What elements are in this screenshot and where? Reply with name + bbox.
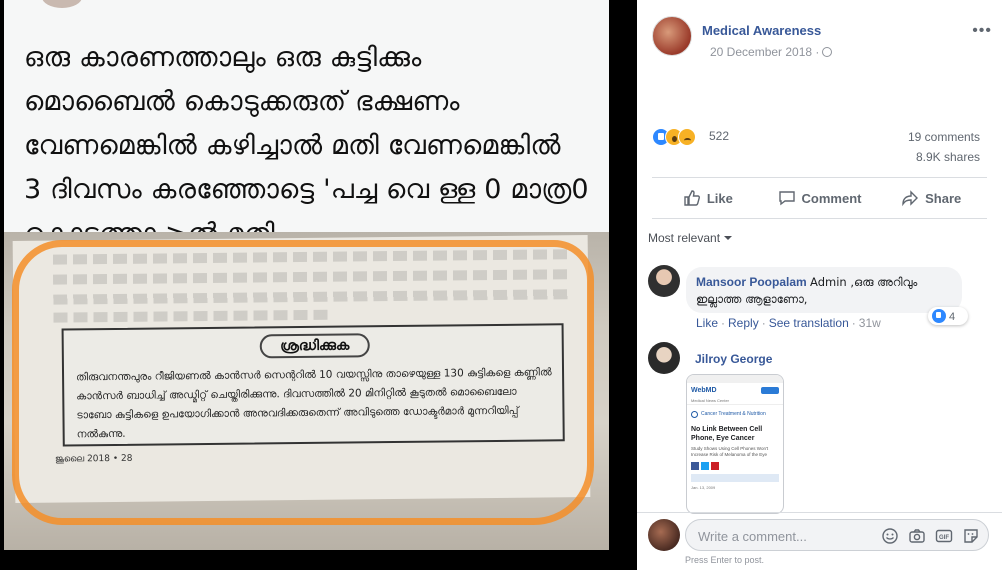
post-date[interactable]: 20 December 2018 · [710, 45, 833, 59]
phone-status-bar [687, 375, 783, 383]
caption-line: മൊബൈൽ കൊടുക്കരുത് ഭക്ഷണം [24, 86, 460, 117]
emoji-icon[interactable] [881, 527, 899, 545]
photo-viewer: ഒരു കാരണത്താലും ഒരു കുട്ടിക്കും മൊബൈൽ കൊ… [0, 0, 637, 570]
caption-line: വേണമെങ്കിൽ കഴിച്ചാൽ മതി വേണമെങ്കിൽ [24, 130, 561, 161]
more-options-icon[interactable]: ••• [972, 22, 992, 40]
post-header: Medical Awareness 20 December 2018 · ••• [652, 16, 992, 66]
category-icon [691, 410, 698, 418]
pinterest-icon [711, 462, 719, 470]
attachment-headline: No Link Between Cell Phone, Eye Cancer [691, 426, 763, 442]
post-side-panel: Medical Awareness 20 December 2018 · •••… [637, 0, 1002, 570]
separator-dot: · [761, 316, 766, 330]
comment-button-label: Comment [801, 190, 862, 206]
svg-text:GIF: GIF [939, 535, 949, 541]
comment-sort-label: Most relevant [648, 231, 721, 245]
post-viewer: ഒരു കാരണത്താലും ഒരു കുട്ടിക്കും മൊബൈൽ കൊ… [0, 0, 1002, 570]
caret-down-icon [724, 236, 733, 240]
attachment-banner [691, 474, 779, 482]
post-photo[interactable]: ഒരു കാരണത്താലും ഒരു കുട്ടിക്കും മൊബൈൽ കൊ… [4, 0, 609, 550]
separator-dot: · [851, 316, 856, 330]
composer-icons: GIF [881, 527, 980, 545]
comment-bubble: Mansoor Poopalam Admin ,ഒരു അറിവും ഇല്ലാ… [686, 267, 962, 313]
highlight-circle [12, 240, 594, 525]
comment-actions: Like · Reply · See translation · 31w [696, 316, 881, 330]
share-button[interactable]: Share [875, 180, 987, 216]
twitter-icon [701, 462, 709, 470]
comment-input[interactable] [698, 527, 858, 545]
comment-timestamp[interactable]: 31w [859, 316, 881, 330]
globe-icon [822, 47, 833, 57]
comment-button[interactable]: Comment [764, 180, 876, 216]
composer-hint: Press Enter to post. [685, 555, 765, 565]
comment-sort-dropdown[interactable]: Most relevant [648, 231, 733, 245]
attachment-subtitle: Study Shows Using Cell Phones Won't Incr… [691, 446, 769, 457]
facebook-icon [691, 462, 699, 470]
commenter-avatar[interactable] [648, 342, 680, 374]
gif-icon[interactable]: GIF [935, 527, 953, 545]
like-button[interactable]: Like [652, 180, 764, 216]
attachment-breadcrumb: Medical News Center [687, 397, 783, 405]
current-user-avatar [648, 519, 680, 551]
webmd-header: WebMD [687, 383, 783, 397]
attachment-category: Cancer Treatment & Nutrition [691, 409, 779, 419]
divider [652, 177, 987, 178]
comment-reply-link[interactable]: Reply [728, 316, 759, 330]
caption-line: ഒരു കാരണത്താലും ഒരു കുട്ടിക്കും [24, 42, 422, 73]
camera-icon[interactable] [908, 527, 926, 545]
share-arrow-icon [902, 190, 919, 207]
thumbs-up-icon [684, 190, 700, 206]
divider [652, 218, 987, 219]
attachment-social-icons [687, 459, 783, 473]
share-button-label: Share [925, 190, 962, 206]
webmd-logo: WebMD [691, 386, 717, 394]
signin-button-shape [761, 386, 779, 394]
separator-dot: · [721, 316, 726, 330]
comment-like-link[interactable]: Like [696, 316, 718, 330]
photo-avatar-peek [42, 0, 82, 8]
comment-image-attachment[interactable]: WebMD Medical News Center Cancer Treatme… [686, 374, 784, 514]
reaction-count: 522 [709, 129, 730, 143]
caption-line: 3 ദിവസം കരഞ്ഞോട്ടെ 'പച്ച വെ ള്ള 0 മാത്ര0 [24, 174, 589, 205]
like-reaction-icon [932, 309, 946, 323]
comment-author-link[interactable]: Mansoor Poopalam [696, 275, 807, 289]
see-translation-link[interactable]: See translation [769, 316, 849, 330]
divider [637, 512, 1002, 513]
post-date-text: 20 December 2018 · [710, 45, 820, 59]
newspaper-photo: ശ്രദ്ധിക്കുക തിരുവനന്തപുരം റീജിയണൽ കാൻസർ… [4, 232, 609, 550]
photo-caption-area: ഒരു കാരണത്താലും ഒരു കുട്ടിക്കും മൊബൈൽ കൊ… [4, 0, 609, 249]
attachment-category-label: Cancer Treatment & Nutrition [701, 411, 766, 417]
sad-reaction-icon [678, 128, 696, 146]
attachment-date: Jan. 13, 2009 [691, 485, 716, 490]
comment-like-count: 4 [949, 311, 956, 323]
page-avatar[interactable] [652, 16, 692, 56]
post-action-bar: Like Comment Share [652, 180, 987, 216]
comment-bubble-icon [778, 191, 795, 206]
commenter-avatar[interactable] [648, 265, 680, 297]
sticker-icon[interactable] [962, 527, 980, 545]
comments-count-link[interactable]: 19 comments [908, 130, 980, 144]
comment-like-badge[interactable]: 4 [928, 307, 968, 325]
comment-author-link[interactable]: Jilroy George [695, 352, 772, 366]
page-name-link[interactable]: Medical Awareness [702, 23, 821, 38]
comment-composer[interactable]: GIF [685, 519, 989, 551]
like-button-label: Like [706, 190, 733, 206]
shares-count-link[interactable]: 8.9K shares [916, 150, 980, 164]
